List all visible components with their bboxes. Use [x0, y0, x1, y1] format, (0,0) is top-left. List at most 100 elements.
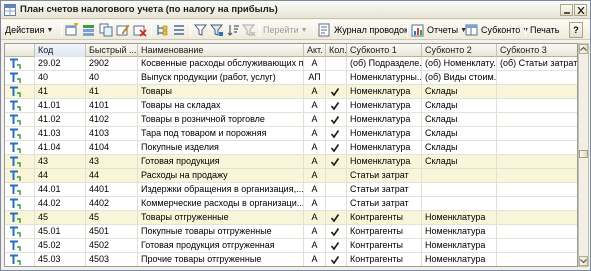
active-type-cell[interactable]: А: [304, 99, 326, 112]
column-header-subconto-2[interactable]: Субконто 2: [422, 44, 497, 57]
subconto-3-cell[interactable]: [497, 169, 577, 182]
account-code-cell[interactable]: 44: [35, 169, 86, 182]
subconto-2-cell[interactable]: Номенклатура: [422, 211, 497, 224]
subconto-2-cell[interactable]: Склады: [422, 155, 497, 168]
active-type-cell[interactable]: А: [304, 211, 326, 224]
quick-select-cell[interactable]: 2902: [86, 57, 138, 70]
table-row[interactable]: 44.01 4401 Издержки обращения в организаци…: [5, 183, 577, 197]
subconto-3-cell[interactable]: [497, 99, 577, 112]
vertical-scrollbar[interactable]: [578, 43, 589, 267]
account-name-cell[interactable]: Коммерческие расходы в организаци...: [138, 197, 304, 210]
subconto-1-cell[interactable]: Контрагенты: [347, 253, 422, 266]
table-row[interactable]: 41.03 4103 Тара под товаром и порожняя А Ном…: [5, 127, 577, 141]
quick-select-cell[interactable]: 45: [86, 211, 138, 224]
subconto-1-cell[interactable]: Номенклатурны...: [347, 71, 422, 84]
subconto-3-cell[interactable]: [497, 71, 577, 84]
subconto-menu[interactable]: Субконто ▼: [465, 22, 529, 38]
account-name-cell[interactable]: Тара под товаром и порожняя: [138, 127, 304, 140]
quantity-flag-cell[interactable]: [326, 239, 347, 252]
subconto-3-cell[interactable]: [497, 225, 577, 238]
account-name-cell[interactable]: Издержки обращения в организация,...: [138, 183, 304, 196]
quantity-flag-cell[interactable]: [326, 169, 347, 182]
active-type-cell[interactable]: А: [304, 155, 326, 168]
table-row[interactable]: 41 41 Товары А Номенклатура Склады: [5, 85, 577, 99]
table-row[interactable]: 45.02 4502 Готовая продукция отгруженная А К…: [5, 239, 577, 253]
table-row[interactable]: 45 45 Товары отгруженные А Контрагенты Номенк…: [5, 211, 577, 225]
hierarchy-button[interactable]: [155, 22, 169, 38]
title-bar[interactable]: План счетов налогового учета (по налогу …: [1, 1, 590, 19]
subconto-1-cell[interactable]: Номенклатура: [347, 127, 422, 140]
active-type-cell[interactable]: А: [304, 141, 326, 154]
account-code-cell[interactable]: 41.03: [35, 127, 86, 140]
close-button[interactable]: [574, 4, 587, 16]
subconto-2-cell[interactable]: Склады: [422, 141, 497, 154]
quick-select-cell[interactable]: 44: [86, 169, 138, 182]
active-type-cell[interactable]: А: [304, 225, 326, 238]
quantity-flag-cell[interactable]: [326, 253, 347, 266]
subconto-2-cell[interactable]: Номенклатура: [422, 253, 497, 266]
subconto-3-cell[interactable]: [497, 211, 577, 224]
subconto-1-cell[interactable]: Номенклатура: [347, 155, 422, 168]
column-header-subconto-3[interactable]: Субконто 3: [497, 44, 577, 57]
subconto-1-cell[interactable]: Номенклатура: [347, 113, 422, 126]
table-row[interactable]: 29.02 2902 Косвенные расходы обслуживающих…: [5, 57, 577, 71]
account-name-cell[interactable]: Товары: [138, 85, 304, 98]
copy-button[interactable]: [99, 22, 113, 38]
scroll-down-button[interactable]: [579, 256, 588, 266]
account-name-cell[interactable]: Косвенные расходы обслуживающих п...: [138, 57, 304, 70]
column-header-code[interactable]: Код: [35, 44, 86, 57]
table-row[interactable]: 43 43 Готовая продукция А Номенклатура Склады: [5, 155, 577, 169]
subconto-1-cell[interactable]: Контрагенты: [347, 239, 422, 252]
table-row[interactable]: 40 40 Выпуск продукции (работ, услуг) АП Ном…: [5, 71, 577, 85]
filter-by-value-button[interactable]: [210, 22, 224, 38]
subconto-3-cell[interactable]: [497, 253, 577, 266]
account-code-cell[interactable]: 45.01: [35, 225, 86, 238]
quantity-flag-cell[interactable]: [326, 57, 347, 70]
edit-button[interactable]: [116, 22, 130, 38]
column-header-subconto-1[interactable]: Субконто 1: [347, 44, 422, 57]
add-button[interactable]: [65, 22, 79, 38]
accounts-table[interactable]: Код Быстрый ... Наименование Акт. Кол. С…: [4, 43, 578, 267]
account-code-cell[interactable]: 41.04: [35, 141, 86, 154]
subconto-1-cell[interactable]: Статьи затрат: [347, 183, 422, 196]
account-code-cell[interactable]: 41.01: [35, 99, 86, 112]
account-name-cell[interactable]: Товары отгруженные: [138, 211, 304, 224]
active-type-cell[interactable]: А: [304, 85, 326, 98]
table-row[interactable]: 41.04 4104 Покупные изделия А Номенклатура Ск…: [5, 141, 577, 155]
active-type-cell[interactable]: А: [304, 197, 326, 210]
quick-select-cell[interactable]: 4401: [86, 183, 138, 196]
active-type-cell[interactable]: А: [304, 57, 326, 70]
table-row[interactable]: 45.03 4503 Прочие товары отгруженные А Контр…: [5, 253, 577, 266]
quantity-flag-cell[interactable]: [326, 85, 347, 98]
active-type-cell[interactable]: А: [304, 183, 326, 196]
scroll-thumb[interactable]: [579, 150, 588, 158]
subconto-1-cell[interactable]: Статьи затрат: [347, 197, 422, 210]
subconto-2-cell[interactable]: (об) Виды стоим...: [422, 71, 497, 84]
quantity-flag-cell[interactable]: [326, 211, 347, 224]
quick-select-cell[interactable]: 4102: [86, 113, 138, 126]
add-group-button[interactable]: [82, 22, 96, 38]
account-code-cell[interactable]: 45.02: [35, 239, 86, 252]
filter-button[interactable]: [194, 22, 208, 38]
account-code-cell[interactable]: 29.02: [35, 57, 86, 70]
quick-select-cell[interactable]: 40: [86, 71, 138, 84]
subconto-3-cell[interactable]: [497, 183, 577, 196]
subconto-2-cell[interactable]: Номенклатура: [422, 225, 497, 238]
quantity-flag-cell[interactable]: [326, 197, 347, 210]
print-button[interactable]: Печать: [530, 22, 559, 38]
subconto-2-cell[interactable]: Склады: [422, 113, 497, 126]
account-code-cell[interactable]: 40: [35, 71, 86, 84]
subconto-1-cell[interactable]: Номенклатура: [347, 141, 422, 154]
help-button[interactable]: ?: [569, 22, 583, 38]
subconto-3-cell[interactable]: [497, 85, 577, 98]
subconto-1-cell[interactable]: Номенклатура: [347, 85, 422, 98]
quick-select-cell[interactable]: 4502: [86, 239, 138, 252]
subconto-3-cell[interactable]: [497, 127, 577, 140]
subconto-1-cell[interactable]: Контрагенты: [347, 211, 422, 224]
quantity-flag-cell[interactable]: [326, 99, 347, 112]
subconto-1-cell[interactable]: Номенклатура: [347, 99, 422, 112]
active-type-cell[interactable]: А: [304, 113, 326, 126]
active-type-cell[interactable]: АП: [304, 71, 326, 84]
subconto-3-cell[interactable]: [497, 113, 577, 126]
subconto-3-cell[interactable]: [497, 141, 577, 154]
